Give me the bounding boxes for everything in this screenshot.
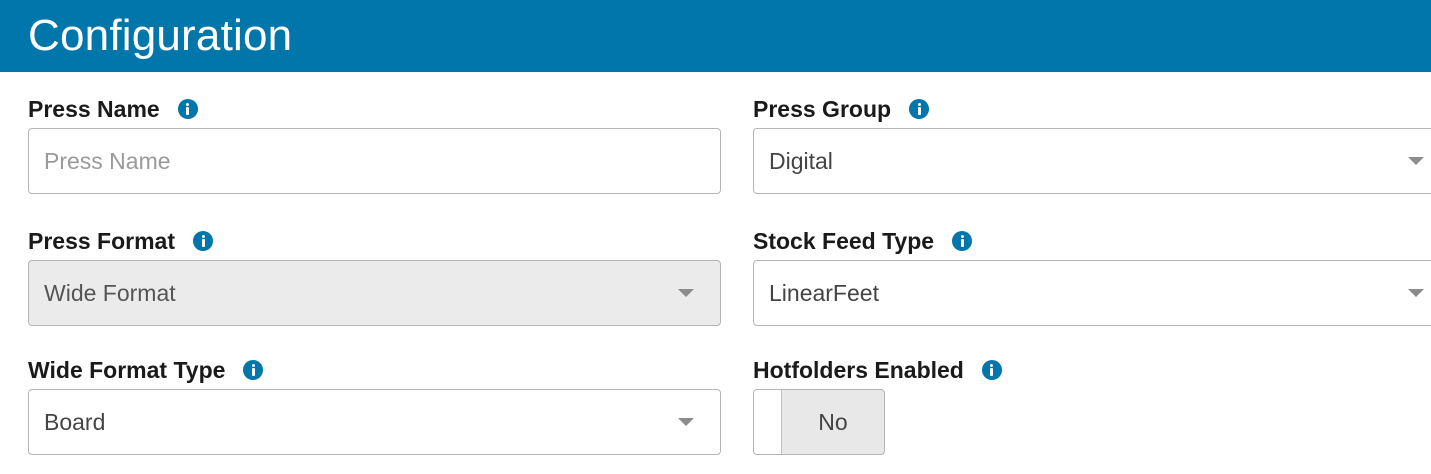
press-format-select: Wide Format — [28, 260, 721, 326]
toggle-handle[interactable] — [754, 390, 782, 454]
press-format-value: Wide Format — [44, 280, 176, 306]
wide-format-type-field: Wide Format Type Board — [28, 356, 721, 458]
press-name-input[interactable]: Press Name — [28, 128, 721, 194]
info-icon[interactable] — [177, 99, 198, 119]
info-icon[interactable] — [981, 360, 1002, 380]
stock-feed-type-label: Stock Feed Type — [753, 227, 935, 254]
wide-format-type-select[interactable]: Board — [28, 389, 721, 455]
press-group-value: Digital — [769, 148, 833, 174]
press-format-field: Press Format Wide Format — [28, 227, 721, 329]
press-group-label: Press Group — [753, 95, 892, 122]
press-name-label: Press Name — [28, 95, 160, 122]
wide-format-type-value: Board — [44, 409, 106, 435]
press-name-placeholder: Press Name — [44, 148, 171, 174]
stock-feed-type-value: LinearFeet — [769, 280, 879, 306]
chevron-down-icon — [1408, 289, 1424, 297]
info-icon[interactable] — [243, 360, 264, 380]
info-icon[interactable] — [909, 99, 930, 119]
page-title: Configuration — [28, 11, 293, 60]
info-icon[interactable] — [193, 231, 214, 251]
press-name-field: Press Name Press Name — [28, 95, 721, 197]
stock-feed-type-select[interactable]: LinearFeet — [753, 260, 1431, 326]
page-header: Configuration — [0, 0, 1431, 72]
chevron-down-icon — [678, 418, 694, 426]
info-icon[interactable] — [952, 231, 973, 251]
press-group-select[interactable]: Digital — [753, 128, 1431, 194]
chevron-down-icon — [678, 289, 694, 297]
wide-format-type-label: Wide Format Type — [28, 356, 226, 383]
hotfolders-enabled-label: Hotfolders Enabled — [753, 356, 964, 383]
chevron-down-icon — [1408, 157, 1424, 165]
hotfolders-enabled-field: Hotfolders Enabled No — [753, 356, 1153, 458]
hotfolders-enabled-value: No — [818, 409, 848, 435]
hotfolders-enabled-toggle[interactable]: No — [753, 389, 885, 455]
press-format-label: Press Format — [28, 227, 176, 254]
press-group-field: Press Group Digital — [753, 95, 1431, 197]
stock-feed-type-field: Stock Feed Type LinearFeet — [753, 227, 1431, 329]
